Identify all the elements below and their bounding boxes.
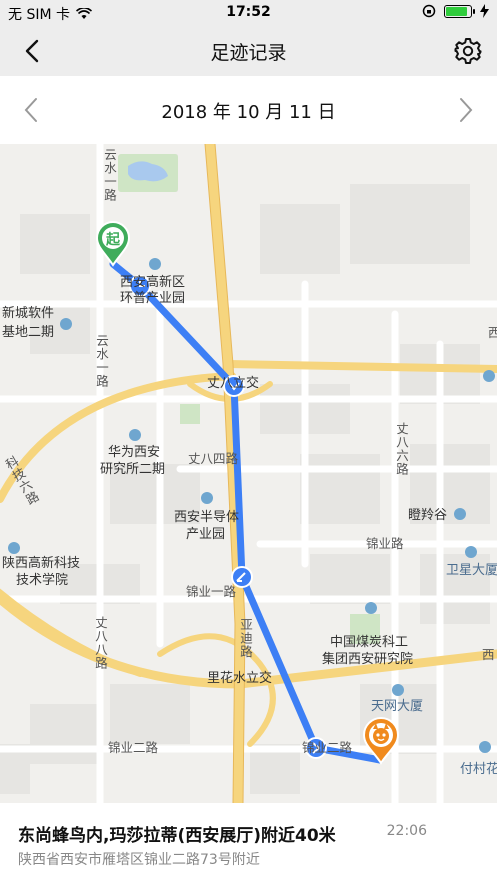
map-label: 基地二期 xyxy=(2,325,55,340)
map-label: 云水一路 xyxy=(94,334,109,388)
footprint-time: 22:06 xyxy=(386,823,427,839)
navbar: 足迹记录 xyxy=(0,26,497,76)
map-label: 付村花 xyxy=(460,762,497,777)
selected-date: 2018 年 10 月 11 日 xyxy=(161,102,336,123)
map-label: 里花水立交 xyxy=(207,671,273,686)
current-location-marker[interactable] xyxy=(362,717,400,765)
footprint-address: 陕西省西安市雁塔区锦业二路73号附近 xyxy=(18,852,260,868)
map-label: 锦业二路 xyxy=(302,740,353,755)
map-label: 西 xyxy=(482,647,495,662)
map-label: 丈八四路 xyxy=(188,451,239,466)
map-label: 西安高新区 xyxy=(120,275,186,290)
map-label: 西 xyxy=(488,325,497,340)
next-day-icon[interactable] xyxy=(453,96,479,124)
map-label: 锦业路 xyxy=(366,536,404,551)
map-label: 西安半导体 xyxy=(174,510,240,525)
map-label: 丈八立交 xyxy=(207,376,260,391)
map-label: 丈八六路 xyxy=(394,422,409,476)
map-label: 丈八八路 xyxy=(93,616,108,670)
map-label: 中国煤炭科工 xyxy=(330,635,409,650)
map-label: 亚迪路 xyxy=(238,618,253,659)
map-label: 锦业二路 xyxy=(108,740,159,755)
map-label: 卫星大厦 xyxy=(446,563,497,578)
rotation-lock-icon xyxy=(422,4,436,18)
page-title: 足迹记录 xyxy=(210,42,287,64)
battery-icon xyxy=(444,4,475,18)
map-label: 新城软件 xyxy=(2,306,55,321)
gear-icon[interactable] xyxy=(453,36,483,66)
map-label: 技术学院 xyxy=(16,573,69,588)
map-label: 陕西高新科技 xyxy=(2,556,81,571)
map-label: 集团西安研究院 xyxy=(322,652,414,667)
map-label: 瞪羚谷 xyxy=(408,508,448,523)
map-label: 华为西安 xyxy=(108,445,161,460)
footprint-place: 东尚蜂鸟内,玛莎拉蒂(西安展厅)附近40米 xyxy=(18,826,336,846)
map-label: 锦业一路 xyxy=(186,584,237,599)
map-label: 环普产业园 xyxy=(120,291,186,306)
map-label: 研究所二期 xyxy=(100,462,166,477)
map-view[interactable]: 起 云水一路 西安高新区 环普产业园 新城软件 基地二期 云水一路 丈八立交 西… xyxy=(0,144,497,803)
start-marker-label: 起 xyxy=(106,232,120,248)
start-marker[interactable]: 起 xyxy=(95,221,131,267)
footprint-info-panel[interactable]: 东尚蜂鸟内,玛莎拉蒂(西安展厅)附近40米 22:06 陕西省西安市雁塔区锦业二… xyxy=(0,803,497,883)
map-label: 产业园 xyxy=(186,527,226,542)
map-label: 天网大厦 xyxy=(371,699,424,714)
charging-icon xyxy=(480,4,489,18)
date-selector: 2018 年 10 月 11 日 xyxy=(0,76,497,144)
status-bar: 无 SIM 卡 17:52 xyxy=(0,0,497,26)
map-label: 云水一路 xyxy=(102,148,117,202)
